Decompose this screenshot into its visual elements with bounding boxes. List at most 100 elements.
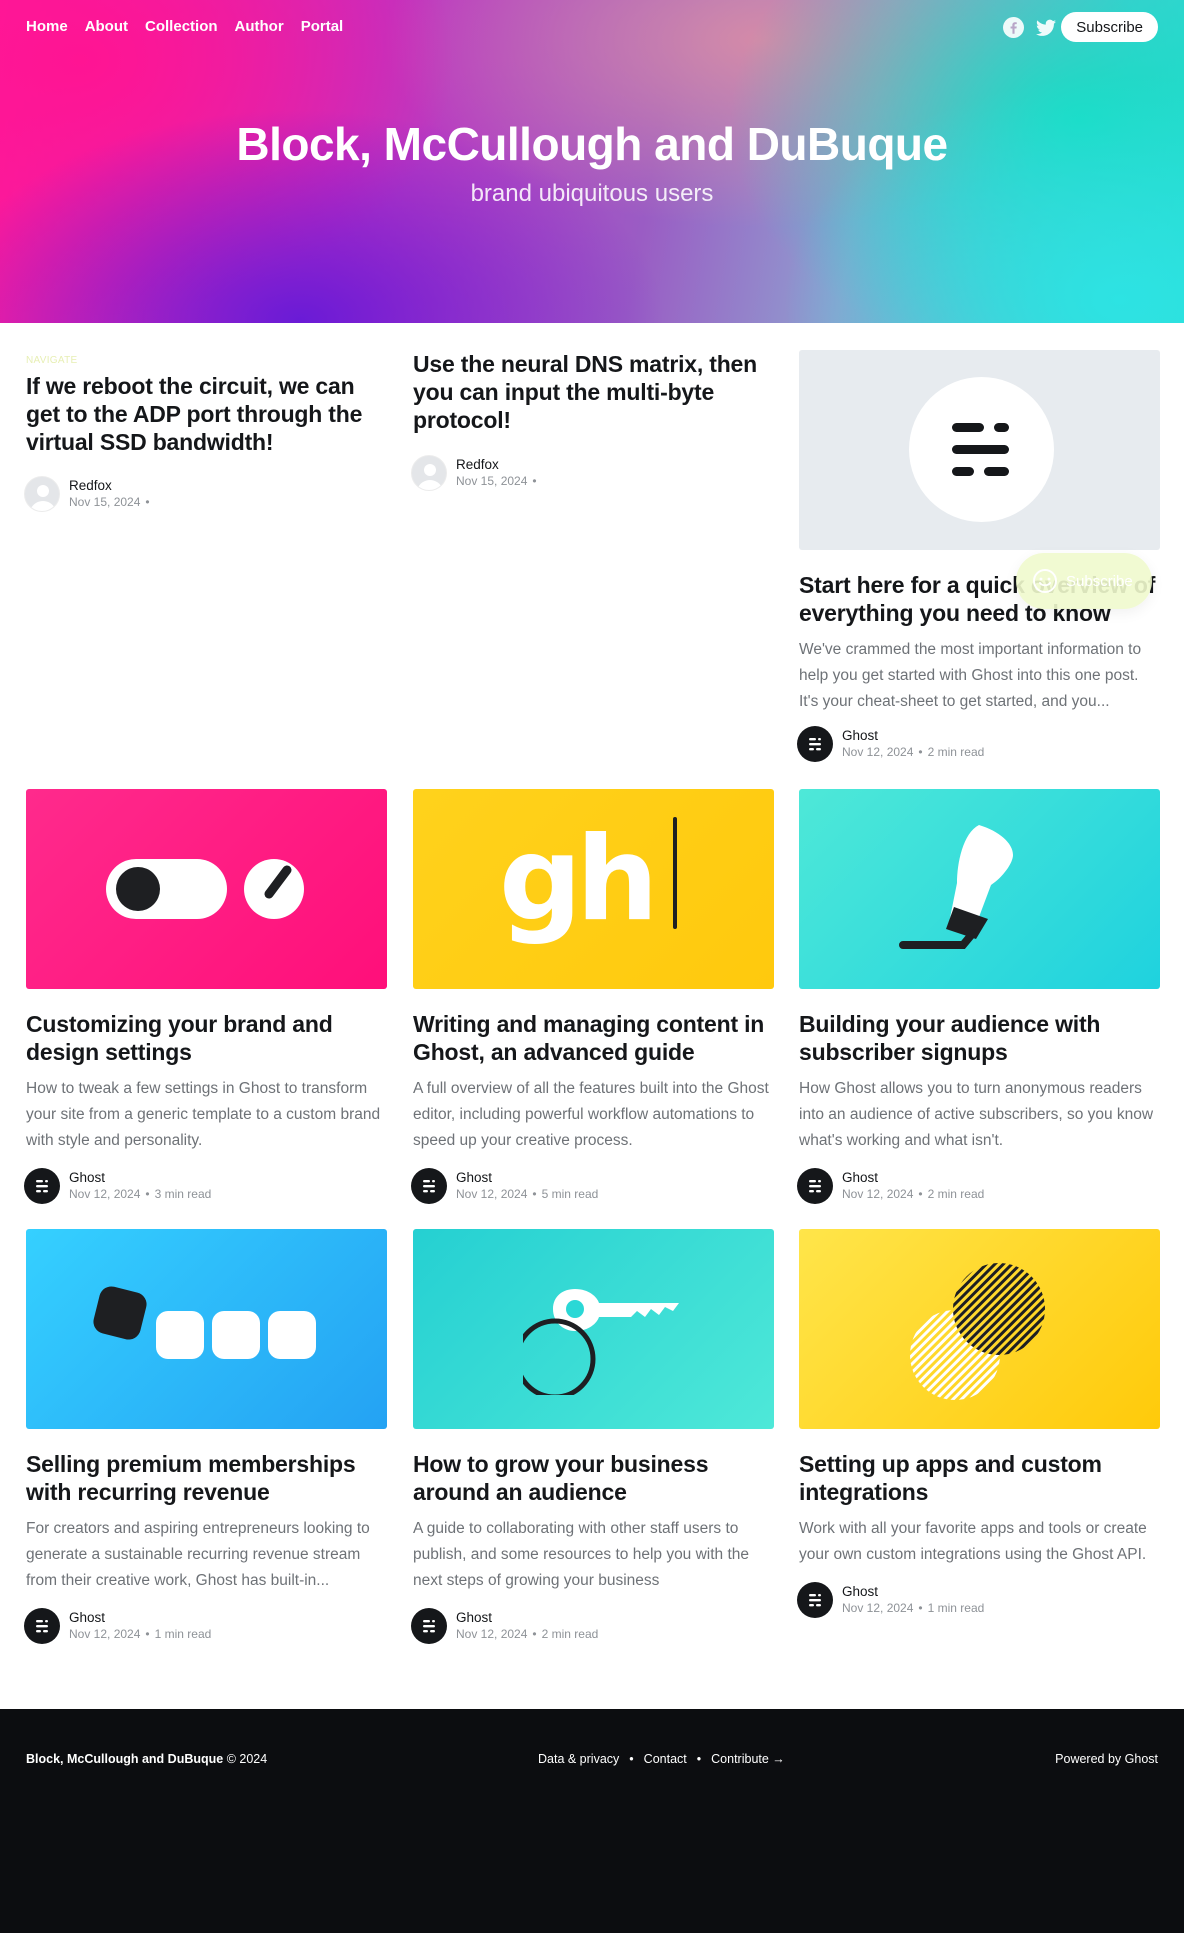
footer-site-link[interactable]: Block, McCullough and DuBuque bbox=[26, 1752, 223, 1766]
post-excerpt: A guide to collaborating with other staf… bbox=[413, 1520, 750, 1589]
pen-icon bbox=[899, 825, 1013, 949]
author-name[interactable]: Ghost bbox=[69, 1609, 211, 1626]
author-avatar[interactable] bbox=[24, 476, 60, 512]
ghost-logo-icon bbox=[423, 1180, 435, 1193]
author-name[interactable]: Ghost bbox=[456, 1169, 598, 1186]
post-excerpt: Work with all your favorite apps and too… bbox=[799, 1520, 1147, 1563]
footer-powered-by[interactable]: Powered by Ghost bbox=[1055, 1752, 1158, 1766]
author-avatar[interactable] bbox=[24, 1608, 60, 1644]
footer-link-privacy[interactable]: Data & privacy bbox=[538, 1752, 619, 1766]
author-avatar[interactable] bbox=[411, 1608, 447, 1644]
author-name[interactable]: Ghost bbox=[842, 1583, 984, 1600]
post-title[interactable]: Use the neural DNS matrix, then you can … bbox=[413, 350, 774, 434]
post-card[interactable]: Customizing your brand and design settin… bbox=[24, 789, 387, 1204]
post-card[interactable]: gh Writing and managing content in Ghost… bbox=[411, 789, 774, 1204]
post-tag[interactable]: NAVIGATE bbox=[26, 355, 387, 366]
ghost-logo-icon bbox=[36, 1180, 48, 1193]
post-meta: Ghost Nov 12, 2024 • 3 min read bbox=[24, 1168, 387, 1204]
portal-subscribe-button[interactable]: Subscribe bbox=[1016, 553, 1152, 609]
twitter-icon[interactable] bbox=[1036, 19, 1056, 37]
user-icon bbox=[30, 485, 56, 511]
nav-author[interactable]: Author bbox=[235, 18, 284, 35]
author-name[interactable]: Redfox bbox=[456, 456, 542, 473]
ghost-logo-icon bbox=[952, 423, 1009, 476]
post-date: Nov 12, 2024 • 5 min read bbox=[456, 1187, 599, 1201]
post-image[interactable] bbox=[26, 1229, 387, 1429]
author-name[interactable]: Ghost bbox=[456, 1609, 598, 1626]
author-name[interactable]: Ghost bbox=[842, 727, 984, 744]
post-card[interactable]: NAVIGATE If we reboot the circuit, we ca… bbox=[24, 355, 387, 512]
post-date: Nov 12, 2024 • 2 min read bbox=[456, 1627, 599, 1641]
main-nav: Home About Collection Author Portal bbox=[26, 18, 343, 35]
post-date: Nov 12, 2024 • 3 min read bbox=[69, 1187, 212, 1201]
ghost-logo-icon bbox=[809, 738, 821, 751]
author-name[interactable]: Ghost bbox=[842, 1169, 984, 1186]
post-meta: Ghost Nov 12, 2024 • 2 min read bbox=[797, 1168, 1160, 1204]
post-meta: Ghost Nov 12, 2024 • 2 min read bbox=[411, 1608, 774, 1644]
ghost-logo-icon bbox=[809, 1180, 821, 1193]
post-title[interactable]: Building your audience with subscriber s… bbox=[799, 1010, 1160, 1066]
post-image[interactable] bbox=[413, 1229, 774, 1429]
post-excerpt: How Ghost allows you to turn anonymous r… bbox=[799, 1080, 1154, 1149]
post-image[interactable] bbox=[799, 789, 1160, 989]
post-meta: Ghost Nov 12, 2024 • 5 min read bbox=[411, 1168, 774, 1204]
site-description: brand ubiquitous users bbox=[470, 180, 714, 207]
post-date: Nov 12, 2024 • 2 min read bbox=[842, 745, 985, 759]
nav-about[interactable]: About bbox=[85, 18, 128, 35]
integrations-icon bbox=[910, 1263, 1045, 1400]
author-avatar[interactable] bbox=[411, 455, 447, 491]
post-image[interactable]: gh bbox=[413, 789, 774, 989]
author-name[interactable]: Redfox bbox=[69, 477, 155, 494]
post-card[interactable]: Selling premium memberships with recurri… bbox=[24, 1229, 387, 1644]
portal-label: Subscribe bbox=[1066, 572, 1133, 590]
pen-icon: gh bbox=[499, 812, 659, 947]
members-icon bbox=[93, 1286, 316, 1359]
post-title[interactable]: Customizing your brand and design settin… bbox=[26, 1010, 387, 1066]
post-meta: Ghost Nov 12, 2024 • 1 min read bbox=[797, 1582, 1160, 1618]
post-title[interactable]: How to grow your business around an audi… bbox=[413, 1450, 774, 1506]
post-image[interactable] bbox=[799, 350, 1160, 550]
subscribe-button[interactable]: Subscribe bbox=[1061, 12, 1158, 42]
nav-home[interactable]: Home bbox=[26, 18, 68, 35]
post-card[interactable]: Use the neural DNS matrix, then you can … bbox=[411, 350, 774, 491]
author-name[interactable]: Ghost bbox=[69, 1169, 211, 1186]
post-excerpt: How to tweak a few settings in Ghost to … bbox=[26, 1080, 381, 1149]
post-title[interactable]: If we reboot the circuit, we can get to … bbox=[26, 372, 387, 456]
footer-link-contact[interactable]: Contact bbox=[644, 1752, 687, 1766]
post-meta: Redfox Nov 15, 2024 • bbox=[24, 476, 387, 512]
key-icon bbox=[523, 1289, 679, 1395]
post-image[interactable] bbox=[26, 789, 387, 989]
nav-collection[interactable]: Collection bbox=[145, 18, 218, 35]
post-meta: Ghost Nov 12, 2024 • 2 min read bbox=[797, 726, 1160, 762]
post-title[interactable]: Writing and managing content in Ghost, a… bbox=[413, 1010, 774, 1066]
post-card[interactable]: Setting up apps and custom integrations … bbox=[797, 1229, 1160, 1618]
site-header: Home About Collection Author Portal Subs… bbox=[0, 0, 1184, 323]
footer-link-contribute[interactable]: Contribute → bbox=[711, 1752, 785, 1766]
post-card[interactable]: How to grow your business around an audi… bbox=[411, 1229, 774, 1644]
post-title[interactable]: Selling premium memberships with recurri… bbox=[26, 1450, 387, 1506]
author-avatar[interactable] bbox=[797, 1168, 833, 1204]
author-avatar[interactable] bbox=[411, 1168, 447, 1204]
post-date: Nov 15, 2024 • bbox=[456, 474, 537, 488]
post-excerpt: For creators and aspiring entrepreneurs … bbox=[26, 1520, 370, 1589]
author-avatar[interactable] bbox=[797, 1582, 833, 1618]
site-title: Block, McCullough and DuBuque bbox=[236, 118, 948, 170]
post-card[interactable]: Building your audience with subscriber s… bbox=[797, 789, 1160, 1204]
post-date: Nov 12, 2024 • 2 min read bbox=[842, 1187, 985, 1201]
nav-portal[interactable]: Portal bbox=[301, 18, 344, 35]
footer-nav: Data & privacy • Contact • Contribute → bbox=[538, 1752, 785, 1766]
post-title[interactable]: Setting up apps and custom integrations bbox=[799, 1450, 1160, 1506]
portal-smile-icon bbox=[1033, 569, 1057, 593]
ghost-logo-icon bbox=[36, 1620, 48, 1633]
user-icon bbox=[417, 464, 443, 490]
ghost-logo-icon bbox=[809, 1594, 821, 1607]
post-image[interactable] bbox=[799, 1229, 1160, 1429]
facebook-icon[interactable] bbox=[1003, 17, 1024, 38]
author-avatar[interactable] bbox=[797, 726, 833, 762]
toggle-icon bbox=[106, 859, 304, 919]
ghost-logo-icon bbox=[423, 1620, 435, 1633]
post-meta: Redfox Nov 15, 2024 • bbox=[411, 455, 774, 491]
post-date: Nov 12, 2024 • 1 min read bbox=[842, 1601, 985, 1615]
social-links bbox=[1003, 17, 1056, 38]
author-avatar[interactable] bbox=[24, 1168, 60, 1204]
